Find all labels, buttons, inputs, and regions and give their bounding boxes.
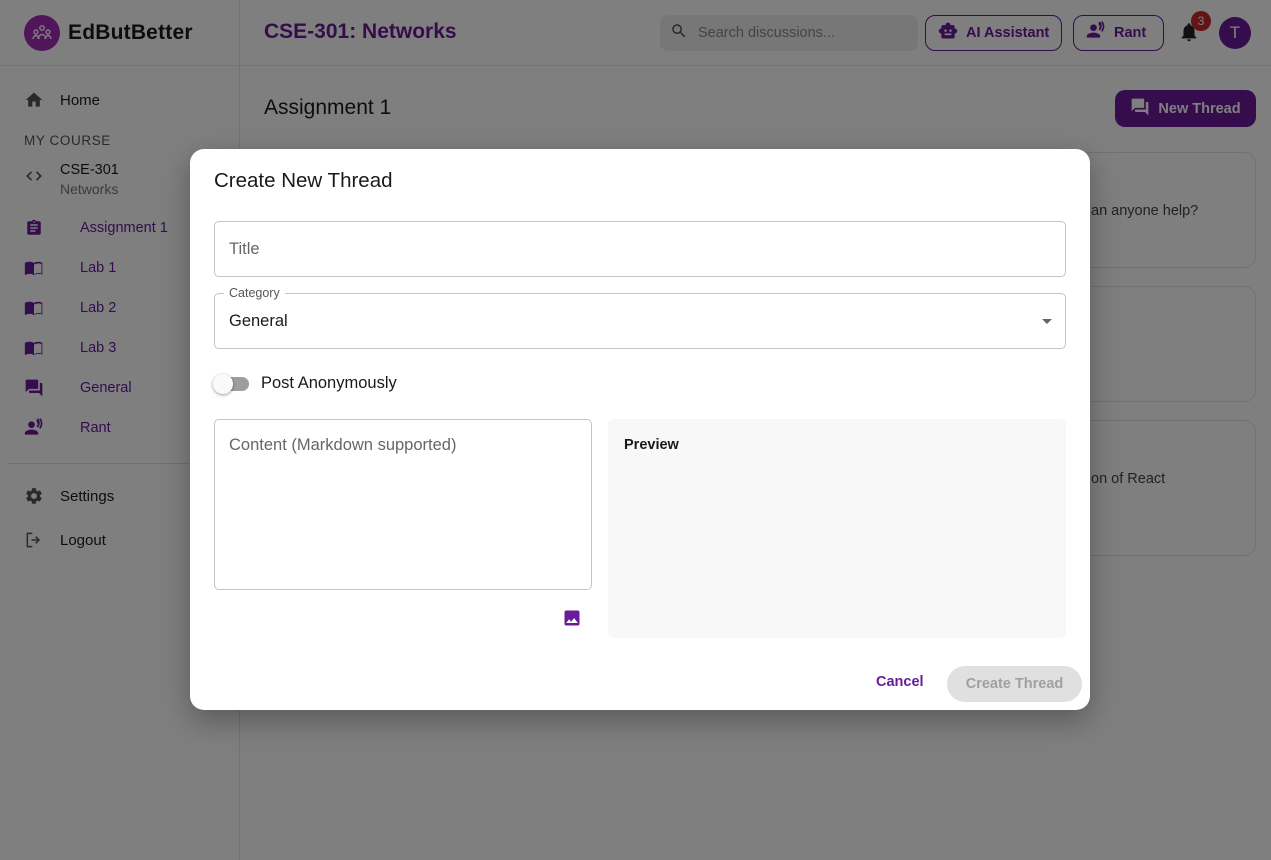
- image-upload-icon[interactable]: [562, 608, 582, 628]
- category-label: Category: [224, 286, 285, 300]
- preview-label: Preview: [624, 437, 679, 453]
- title-input[interactable]: [229, 239, 1065, 259]
- title-field[interactable]: [214, 221, 1066, 277]
- category-value: General: [229, 311, 288, 330]
- anonymous-toggle[interactable]: [213, 374, 249, 394]
- dialog-title: Create New Thread: [214, 169, 393, 192]
- cancel-button[interactable]: Cancel: [876, 674, 924, 690]
- preview-panel: Preview: [608, 419, 1066, 638]
- toggle-thumb: [213, 374, 233, 394]
- category-select[interactable]: Category General: [214, 286, 1066, 349]
- create-thread-button[interactable]: Create Thread: [947, 666, 1082, 702]
- dropdown-arrow-icon: [1042, 319, 1052, 324]
- content-input[interactable]: [229, 436, 577, 573]
- anonymous-label: Post Anonymously: [261, 374, 397, 392]
- content-field[interactable]: [214, 419, 592, 590]
- create-thread-dialog: Create New Thread Category General Post …: [190, 149, 1090, 710]
